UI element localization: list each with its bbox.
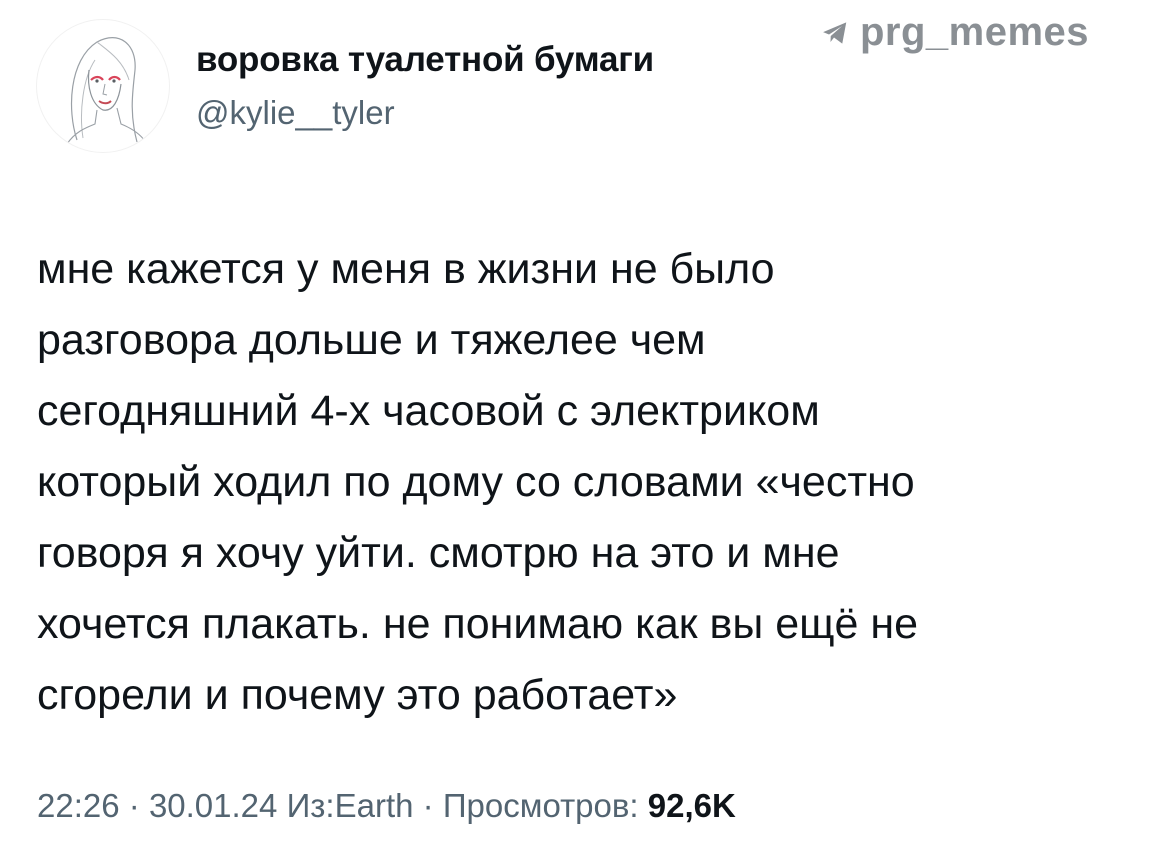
avatar[interactable] [36,19,170,153]
views-label: Просмотров: [442,787,639,824]
tweet-line: сгорели и почему это работает» [37,671,678,719]
tweet-line: разговора дольше и тяжелее чем [37,316,706,364]
tweet-time[interactable]: 22:26 [37,787,120,824]
tweet-meta: 22:26 · 30.01.24 Из:Earth · Просмотров: … [37,787,736,825]
tweet-card: воровка туалетной бумаги @kylie__tyler p… [0,0,1170,865]
tweet-source: Из:Earth [286,787,414,824]
meta-separator: · [422,787,434,824]
tweet-line: сегодняшний 4-х часовой с электриком [37,387,820,435]
watermark: prg_memes [820,10,1089,55]
tweet-line: мне кажется у меня в жизни не было [37,245,775,293]
sketch-portrait-avatar-icon [66,37,148,145]
tweet-date[interactable]: 30.01.24 [149,787,277,824]
user-handle[interactable]: @kylie__tyler [196,94,395,132]
tweet-line: который ходил по дому со словами «честно [37,458,915,506]
display-name[interactable]: воровка туалетной бумаги [196,40,654,80]
telegram-plane-icon [823,21,847,44]
views-count[interactable]: 92,6K [648,787,736,824]
tweet-text: мне кажется у меня в жизни не было разго… [37,234,1147,731]
tweet-line: хочется плакать. не понимаю как вы ещё н… [37,600,919,648]
watermark-text: prg_memes [860,10,1090,54]
tweet-line: говоря я хочу уйти. смотрю на это и мне [37,529,840,577]
meta-separator: · [128,787,140,824]
